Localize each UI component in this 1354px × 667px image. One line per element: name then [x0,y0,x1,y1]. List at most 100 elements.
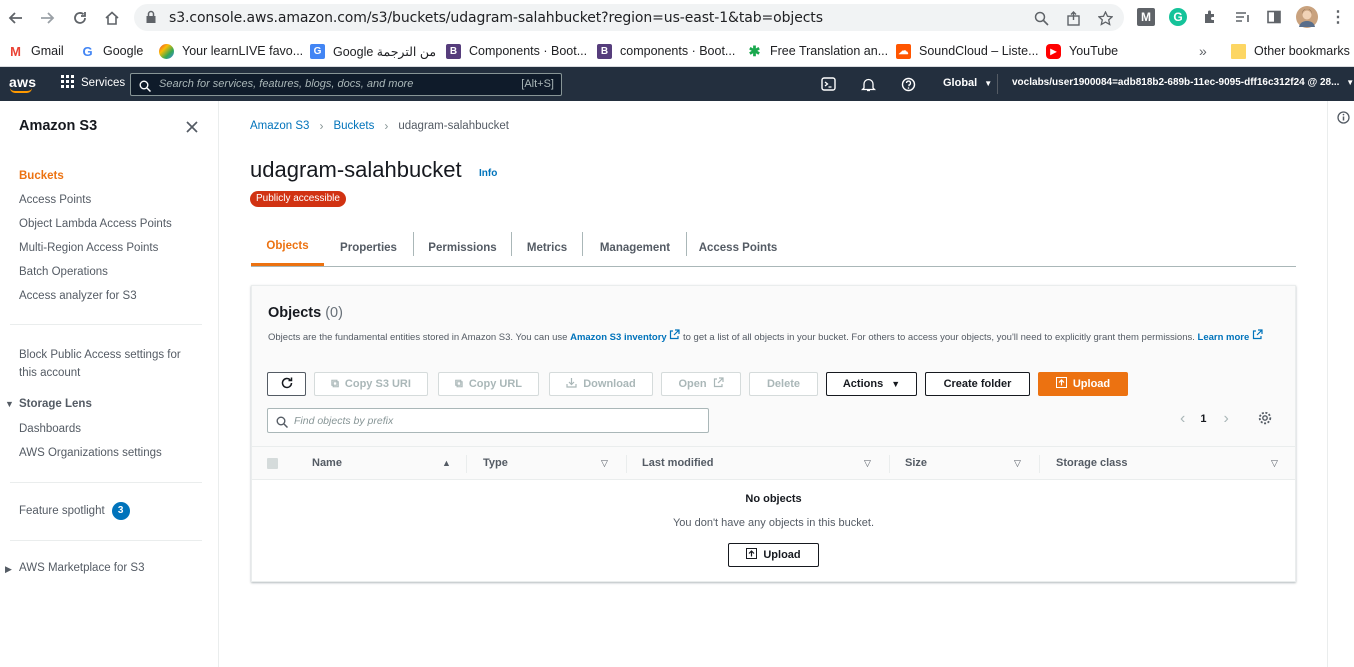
bookmark-google-translate[interactable]: G Google من الترجمة [310,41,436,61]
objects-heading: Objects (0) [268,305,343,321]
sidebar-item-access-points[interactable]: Access Points [19,194,91,206]
bookmark-label: Google [103,44,144,58]
caret-down-icon: ▼ [891,379,901,389]
chevron-left-icon[interactable]: ‹ [1180,410,1185,428]
home-icon[interactable] [101,7,123,29]
bookmark-youtube[interactable]: ▶ YouTube [1046,41,1118,61]
sidebar-item-aws-marketplace[interactable]: AWS Marketplace for S3 [19,562,144,574]
sidebar-item-dashboards[interactable]: Dashboards [19,423,81,435]
aws-logo[interactable]: aws [9,74,36,93]
services-menu-button[interactable]: Services [61,75,125,91]
reload-icon[interactable] [69,7,91,29]
desc-text-2: to get a list of all objects in your buc… [680,332,1198,343]
upload-button[interactable]: Upload [1038,372,1128,396]
column-type[interactable]: Type [483,457,508,469]
breadcrumb-buckets[interactable]: Buckets [333,120,374,132]
global-search-input[interactable]: Search for services, features, blogs, do… [130,73,562,96]
breadcrumb-amazon-s3[interactable]: Amazon S3 [250,120,309,132]
reading-list-icon[interactable] [1233,8,1251,26]
tab-access-points[interactable]: Access Points [687,229,789,266]
tab-properties[interactable]: Properties [324,229,413,266]
address-bar[interactable]: s3.console.aws.amazon.com/s3/buckets/uda… [134,4,1124,31]
bookmark-bootstrap-2[interactable]: Bcomponents · Boot... [597,41,735,61]
bookmark-free-translation[interactable]: ✱ Free Translation an... [747,41,889,61]
actions-dropdown-button[interactable]: Actions ▼ [826,372,917,396]
settings-gear-icon[interactable] [1258,411,1272,428]
bookmark-label: Components · Boot... [469,44,588,58]
tab-management[interactable]: Management [583,229,687,266]
bookmarks-overflow[interactable]: » [1199,41,1207,61]
sidebar-item-access-analyzer[interactable]: Access analyzer for S3 [19,290,137,302]
account-menu[interactable]: voclabs/user1900084=adb818b2-689b-11ec-9… [1012,77,1354,88]
download-button[interactable]: Download [549,372,653,396]
sidebar-item-block-public-access[interactable]: Block Public Access settings for this ac… [19,346,181,382]
column-size[interactable]: Size [905,457,927,469]
copy-url-button[interactable]: ⧉ Copy URL [438,372,539,396]
empty-state-upload-button[interactable]: Upload [728,543,819,567]
copy-s3-uri-button[interactable]: ⧉ Copy S3 URI [314,372,428,396]
folder-icon [1231,43,1246,59]
info-link[interactable]: Info [479,168,497,179]
caret-right-icon[interactable]: ▶ [5,564,12,575]
tab-permissions[interactable]: Permissions [414,229,511,266]
extensions-puzzle-icon[interactable] [1201,8,1219,26]
back-icon[interactable] [5,7,27,29]
share-icon[interactable] [1064,9,1082,27]
header-divider [997,74,998,94]
bookmark-gmail[interactable]: M Gmail [8,41,64,61]
sidebar-item-batch-operations[interactable]: Batch Operations [19,266,108,278]
bookmark-soundcloud[interactable]: ☁ SoundCloud – Liste... [896,41,1039,61]
create-folder-button[interactable]: Create folder [925,372,1030,396]
cloudshell-icon[interactable] [820,76,836,92]
delete-button[interactable]: Delete [749,372,818,396]
open-button[interactable]: Open [661,372,741,396]
column-name[interactable]: Name [312,457,342,469]
tab-objects[interactable]: Objects [251,229,324,266]
sidebar-item-buckets[interactable]: Buckets [19,170,64,182]
side-panel-icon[interactable] [1265,8,1283,26]
refresh-button[interactable] [267,372,306,396]
info-circle-icon[interactable] [1337,111,1350,129]
find-objects-search-input[interactable]: Find objects by prefix [267,408,709,433]
chevron-right-icon[interactable]: › [1223,410,1228,428]
other-bookmarks[interactable]: Other bookmarks [1231,41,1350,61]
sort-icon[interactable]: ▽ [1014,458,1021,469]
notifications-bell-icon[interactable] [860,76,876,92]
column-separator [466,455,467,473]
caret-down-icon[interactable]: ▼ [5,399,14,409]
column-last-modified[interactable]: Last modified [642,457,714,469]
sort-ascending-icon[interactable]: ▲ [442,458,451,468]
sidebar-item-aws-organizations-settings[interactable]: AWS Organizations settings [19,447,162,459]
column-storage-class[interactable]: Storage class [1056,457,1128,469]
chevron-right-icon: › [319,119,324,133]
sidebar-item-object-lambda-access-points[interactable]: Object Lambda Access Points [19,218,172,230]
sidebar-item-multi-region-access-points[interactable]: Multi-Region Access Points [19,242,158,254]
sort-icon[interactable]: ▽ [1271,458,1278,469]
grammarly-icon[interactable]: G [1169,8,1187,26]
browser-menu-icon[interactable]: ⋮ [1329,8,1347,26]
profile-avatar[interactable] [1296,6,1318,28]
sort-icon[interactable]: ▽ [601,458,608,469]
current-page[interactable]: 1 [1200,413,1206,425]
sidebar-section-storage-lens[interactable]: Storage Lens [19,398,92,410]
external-link-icon [713,377,724,391]
close-icon[interactable] [186,117,198,138]
forward-icon[interactable] [36,7,58,29]
help-icon[interactable] [900,76,916,92]
region-selector[interactable]: Global ▼ [943,77,992,89]
sort-icon[interactable]: ▽ [864,458,871,469]
tab-metrics[interactable]: Metrics [512,229,582,266]
bookmark-star-icon[interactable] [1096,9,1114,27]
upload-icon [746,548,758,562]
open-label: Open [678,378,707,390]
zoom-icon[interactable] [1032,9,1050,27]
sidebar-item-feature-spotlight[interactable]: Feature spotlight 3 [19,502,130,520]
bookmark-learnlive[interactable]: Your learnLIVE favo... [159,41,303,61]
region-label: Global [943,77,978,89]
select-all-checkbox[interactable] [267,458,278,469]
learn-more-link[interactable]: Learn more [1198,329,1263,343]
bookmark-bootstrap-1[interactable]: B Components · Boot... [446,41,587,61]
bookmark-google[interactable]: G Google [80,41,143,61]
extension-m-icon[interactable]: M [1137,8,1155,26]
s3-inventory-link[interactable]: Amazon S3 inventory [570,329,680,343]
